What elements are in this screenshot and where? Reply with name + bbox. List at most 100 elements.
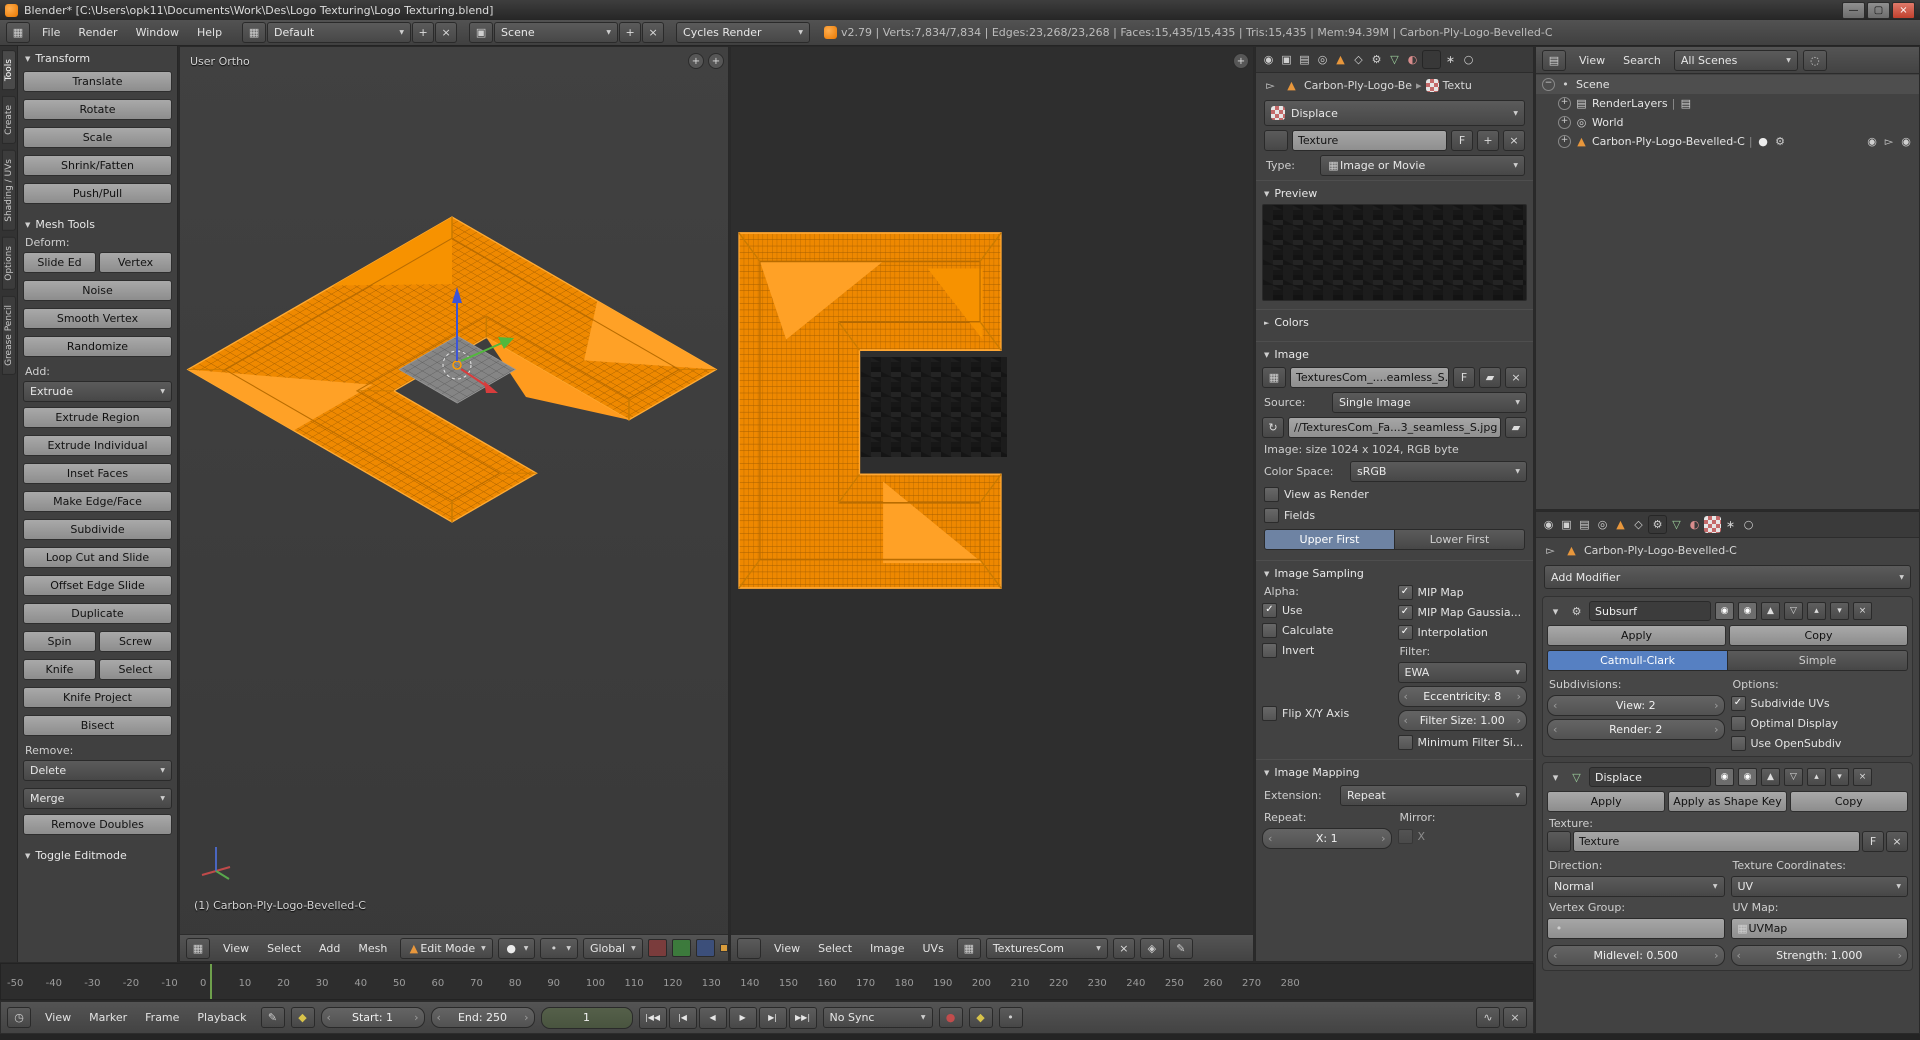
next-keyframe-button[interactable]: ▶| bbox=[759, 1007, 787, 1029]
fake-user-button[interactable]: F bbox=[1862, 831, 1884, 852]
orientation-selector[interactable]: Global bbox=[583, 938, 643, 959]
apply-shape-key-button[interactable]: Apply as Shape Key bbox=[1668, 791, 1786, 812]
image-unlink-button[interactable] bbox=[1113, 938, 1135, 959]
minimize-button[interactable]: — bbox=[1842, 2, 1865, 19]
uv-image-editor[interactable]: + ViewSelectImageUVs TexturesCom bbox=[730, 46, 1254, 962]
tool-button[interactable]: Shrink/Fatten bbox=[23, 155, 172, 176]
tab-tools[interactable]: Tools bbox=[2, 50, 16, 90]
constraints-context-icon[interactable] bbox=[1350, 51, 1367, 68]
tool-button[interactable]: Make Edge/Face bbox=[23, 491, 172, 512]
image-browse-icon[interactable] bbox=[957, 938, 981, 959]
expand-icon[interactable]: + bbox=[1558, 97, 1571, 110]
current-frame-field[interactable]: 1 bbox=[541, 1007, 633, 1029]
physics-context-icon[interactable] bbox=[1460, 51, 1477, 68]
material-context-icon[interactable] bbox=[1686, 516, 1703, 533]
image-name-field[interactable]: TexturesCom_....eamless_S.jpg bbox=[1290, 367, 1449, 388]
tool-menu[interactable]: Merge bbox=[23, 788, 172, 809]
texture-slot-selector[interactable]: Displace bbox=[1264, 100, 1525, 126]
viewport-menu-item[interactable]: Select bbox=[259, 939, 309, 958]
region-expand-icon[interactable]: + bbox=[688, 53, 704, 69]
panel-transform[interactable]: Transform bbox=[23, 48, 172, 69]
particles-context-icon[interactable] bbox=[1442, 51, 1459, 68]
outliner-item-label[interactable]: Carbon-Ply-Logo-Bevelled-C bbox=[1592, 135, 1745, 148]
view-toggle-icon[interactable]: ◉ bbox=[1738, 602, 1757, 620]
uv-menu-item[interactable]: Select bbox=[810, 939, 860, 958]
scene-delete-button[interactable] bbox=[642, 22, 664, 43]
apply-button[interactable]: Apply bbox=[1547, 791, 1665, 812]
tool-button[interactable]: Vertex bbox=[99, 252, 172, 273]
selectability-toggle-icon[interactable] bbox=[1882, 133, 1896, 150]
object-context-icon[interactable] bbox=[1332, 51, 1349, 68]
delete-modifier-icon[interactable] bbox=[1853, 602, 1872, 620]
editmode-toggle-icon[interactable]: ▲ bbox=[1761, 602, 1780, 620]
alpha-calculate-checkbox[interactable]: Calculate bbox=[1262, 622, 1392, 639]
layers-widget[interactable] bbox=[720, 944, 729, 952]
midlevel-field[interactable]: Midlevel: 0.500 bbox=[1547, 945, 1725, 966]
layout-browse-icon[interactable] bbox=[242, 22, 266, 43]
panel-image[interactable]: Image bbox=[1262, 344, 1527, 365]
image-unlink-button[interactable] bbox=[1505, 367, 1527, 388]
optimal-display-checkbox[interactable]: Optimal Display bbox=[1731, 715, 1909, 732]
copy-button[interactable]: Copy bbox=[1729, 625, 1908, 646]
scene-browse-icon[interactable] bbox=[469, 22, 493, 43]
vertex-group-field[interactable] bbox=[1547, 918, 1725, 939]
texcoord-selector[interactable]: UV bbox=[1731, 876, 1909, 897]
material-context-icon[interactable] bbox=[1404, 51, 1421, 68]
visibility-toggle-icon[interactable] bbox=[1865, 133, 1879, 150]
tool-button[interactable]: Noise bbox=[23, 280, 172, 301]
uvmap-field[interactable]: UVMap bbox=[1731, 918, 1909, 939]
jump-to-end-button[interactable]: ▶▶| bbox=[789, 1007, 817, 1029]
breadcrumb-object[interactable]: Carbon-Ply-Logo-Be bbox=[1304, 79, 1412, 92]
delete-modifier-icon[interactable] bbox=[1853, 768, 1872, 786]
keyframe-insert-icon[interactable] bbox=[969, 1007, 993, 1028]
move-up-icon[interactable] bbox=[1807, 768, 1826, 786]
texture-context-icon[interactable] bbox=[1704, 516, 1721, 533]
image-selector[interactable]: TexturesCom bbox=[986, 938, 1108, 959]
layout-add-button[interactable] bbox=[412, 22, 434, 43]
move-down-icon[interactable] bbox=[1830, 768, 1849, 786]
uv-menu-item[interactable]: View bbox=[766, 939, 808, 958]
info-menu-item[interactable]: Window bbox=[128, 23, 187, 42]
start-frame-field[interactable]: Start: 1 bbox=[321, 1007, 425, 1028]
filter-selector[interactable]: EWA bbox=[1398, 662, 1528, 683]
graph-icon[interactable] bbox=[1476, 1007, 1500, 1028]
collapse-icon[interactable] bbox=[1547, 769, 1564, 786]
close-button[interactable]: × bbox=[1892, 2, 1915, 19]
uv-canvas[interactable] bbox=[731, 47, 1253, 935]
viewport-shading-selector[interactable] bbox=[498, 938, 536, 959]
collapse-icon[interactable] bbox=[1547, 603, 1564, 620]
jump-to-start-button[interactable]: |◀◀ bbox=[639, 1007, 667, 1029]
pin-id-icon[interactable] bbox=[1262, 77, 1279, 94]
layers-context-icon[interactable] bbox=[1296, 51, 1313, 68]
render-context-icon[interactable] bbox=[1540, 516, 1557, 533]
outliner-row-object[interactable]: + Carbon-Ply-Logo-Bevelled-C | bbox=[1536, 132, 1919, 151]
mode-selector[interactable]: Edit Mode bbox=[400, 938, 492, 959]
manipulator-rotate-icon[interactable] bbox=[672, 939, 691, 957]
outliner-row-scene[interactable]: − Scene bbox=[1536, 75, 1919, 94]
info-menu-item[interactable]: Help bbox=[189, 23, 230, 42]
layers-context-icon[interactable] bbox=[1576, 516, 1593, 533]
add-modifier-dropdown[interactable]: Add Modifier bbox=[1544, 565, 1911, 589]
expand-icon[interactable]: − bbox=[1542, 78, 1555, 91]
region-expand-icon[interactable]: + bbox=[708, 53, 724, 69]
keying-options-icon[interactable] bbox=[999, 1007, 1023, 1028]
simple-toggle[interactable]: Simple bbox=[1728, 650, 1908, 671]
modifiers-context-icon[interactable] bbox=[1368, 51, 1385, 68]
timeline-ruler[interactable]: -50-40-30-20-100102030405060708090100110… bbox=[0, 963, 1534, 1000]
editmode-toggle-icon[interactable]: ▲ bbox=[1761, 768, 1780, 786]
tool-button[interactable]: Duplicate bbox=[23, 603, 172, 624]
render-subdivisions-field[interactable]: Render: 2 bbox=[1547, 719, 1725, 740]
filter-size-field[interactable]: Filter Size: 1.00 bbox=[1398, 710, 1528, 731]
tool-button[interactable]: Rotate bbox=[23, 99, 172, 120]
panel-image-mapping[interactable]: Image Mapping bbox=[1262, 762, 1527, 783]
record-button[interactable] bbox=[939, 1007, 963, 1028]
tool-button[interactable]: Slide Ed bbox=[23, 252, 96, 273]
move-down-icon[interactable] bbox=[1830, 602, 1849, 620]
viewport-menu-item[interactable]: View bbox=[215, 939, 257, 958]
alpha-invert-checkbox[interactable]: Invert bbox=[1262, 642, 1392, 659]
alpha-use-checkbox[interactable]: Use bbox=[1262, 602, 1392, 619]
extension-selector[interactable]: Repeat bbox=[1340, 785, 1527, 806]
opensubdiv-checkbox[interactable]: Use OpenSubdiv bbox=[1731, 735, 1909, 752]
editor-type-icon[interactable] bbox=[7, 1007, 31, 1028]
info-menu-item[interactable]: Render bbox=[70, 23, 125, 42]
